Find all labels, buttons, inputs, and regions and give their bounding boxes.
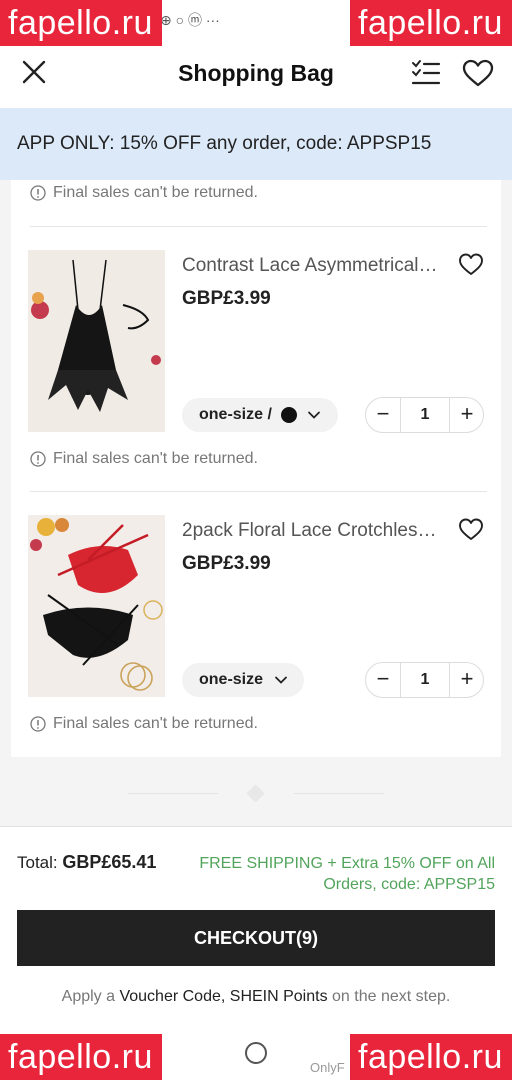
wishlist-heart-icon[interactable] xyxy=(458,252,484,276)
info-icon xyxy=(30,451,46,467)
size-selector[interactable]: one-size xyxy=(182,663,304,697)
info-icon xyxy=(30,185,46,201)
voucher-suffix: on the next step. xyxy=(327,988,451,1005)
voucher-highlight: Voucher Code, SHEIN Points xyxy=(119,988,328,1005)
voucher-hint: Apply a Voucher Code, SHEIN Points on th… xyxy=(0,988,512,1006)
divider xyxy=(294,793,384,794)
increase-button[interactable]: + xyxy=(450,663,484,697)
heart-icon[interactable] xyxy=(461,58,495,88)
total-value: GBP£65.41 xyxy=(62,852,157,872)
decrease-button[interactable]: − xyxy=(366,398,400,432)
total-label: Total: xyxy=(17,853,58,872)
divider xyxy=(30,226,487,227)
shipping-promo-line: FREE SHIPPING + Extra 15% OFF on All xyxy=(199,855,495,872)
onlyf-text: OnlyF xyxy=(310,1060,345,1075)
product-image[interactable] xyxy=(28,515,165,697)
diamond-icon xyxy=(246,784,265,803)
watermark-logo: fapello.ru xyxy=(0,1034,162,1080)
voucher-prefix: Apply a xyxy=(61,988,120,1005)
wishlist-heart-icon[interactable] xyxy=(458,517,484,541)
increase-button[interactable]: + xyxy=(450,398,484,432)
status-icons: ⊕ ○ ⓜ ··· xyxy=(160,12,220,28)
chevron-down-icon xyxy=(275,676,287,684)
quantity-value[interactable]: 1 xyxy=(400,663,450,697)
product-price: GBP£3.99 xyxy=(182,288,271,309)
product-image[interactable] xyxy=(28,250,165,432)
watermark-logo: fapello.ru xyxy=(0,0,162,46)
quantity-value[interactable]: 1 xyxy=(400,398,450,432)
loading-indicator xyxy=(0,782,512,806)
final-sale-text: Final sales can't be returned. xyxy=(53,184,258,201)
promo-banner[interactable]: APP ONLY: 15% OFF any order, code: APPSP… xyxy=(0,108,512,180)
shipping-promo-line: Orders, code: APPSP15 xyxy=(323,876,495,893)
divider xyxy=(128,793,218,794)
chevron-down-icon xyxy=(308,411,320,419)
quantity-stepper: − 1 + xyxy=(365,662,484,698)
order-total: Total: GBP£65.41 xyxy=(17,852,156,873)
decrease-button[interactable]: − xyxy=(366,663,400,697)
home-button[interactable] xyxy=(245,1042,267,1064)
divider xyxy=(30,491,487,492)
shipping-promo: FREE SHIPPING + Extra 15% OFF on All Ord… xyxy=(185,853,495,895)
app-header: Shopping Bag xyxy=(0,40,512,108)
color-swatch xyxy=(281,407,297,423)
size-label: one-size xyxy=(199,671,264,688)
product-price: GBP£3.99 xyxy=(182,553,271,574)
info-icon xyxy=(30,716,46,732)
size-label: one-size / xyxy=(199,406,272,423)
quantity-stepper: − 1 + xyxy=(365,397,484,433)
checkout-button[interactable]: CHECKOUT(9) xyxy=(17,910,495,966)
watermark-logo: fapello.ru xyxy=(350,0,512,46)
watermark-logo: fapello.ru xyxy=(350,1034,512,1080)
size-selector[interactable]: one-size / xyxy=(182,398,338,432)
product-title[interactable]: 2pack Floral Lace Crotchless Panty xyxy=(182,520,440,542)
product-title[interactable]: Contrast Lace Asymmetrical Hem Babydoll xyxy=(182,255,440,277)
final-sale-text: Final sales can't be returned. xyxy=(53,715,258,732)
promo-text: APP ONLY: 15% OFF any order, code: APPSP… xyxy=(17,133,432,154)
final-sale-text: Final sales can't be returned. xyxy=(53,450,258,467)
checklist-icon[interactable] xyxy=(410,58,442,88)
